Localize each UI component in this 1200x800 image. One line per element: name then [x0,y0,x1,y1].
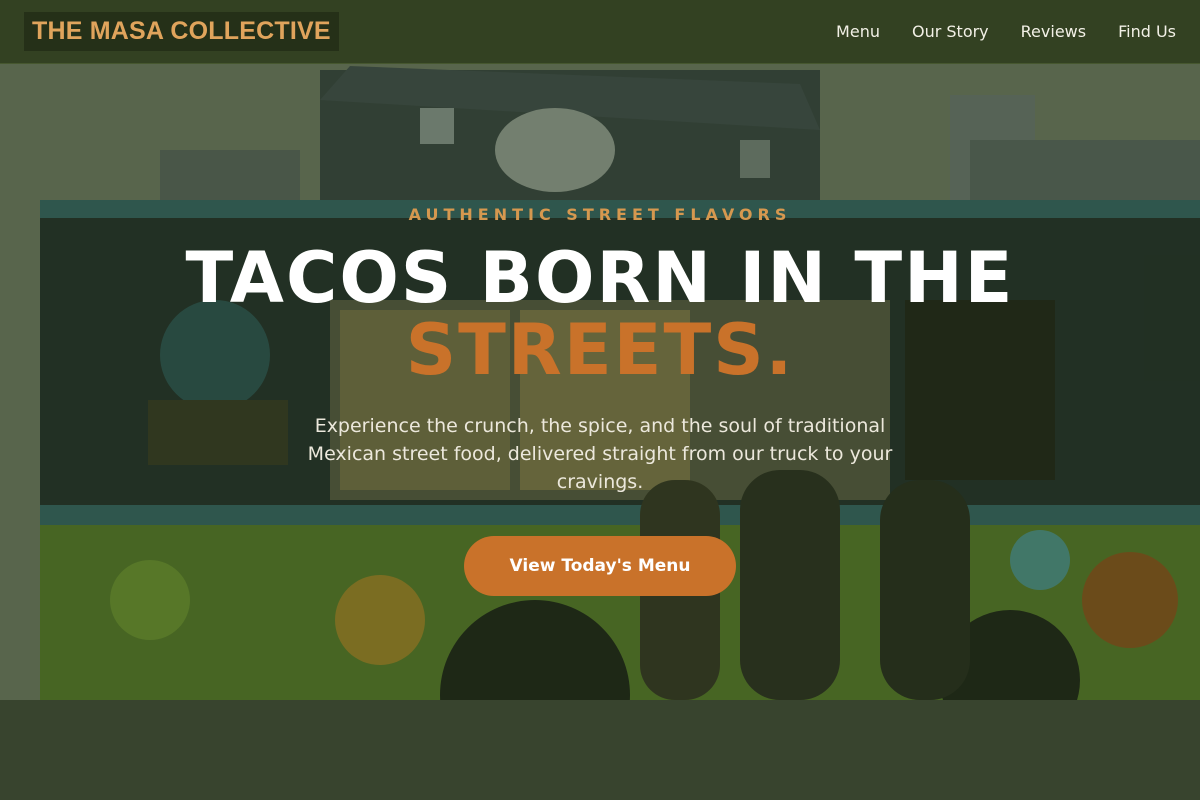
main-nav: Menu Our Story Reviews Find Us [836,22,1176,41]
site-header: THE MASA COLLECTIVE Menu Our Story Revie… [0,0,1200,64]
nav-link-find-us[interactable]: Find Us [1118,22,1176,41]
hero-headline: TACOS BORN IN THE STREETS. [0,242,1200,386]
hero-headline-line1: TACOS BORN IN THE [185,237,1015,319]
hero-subtext: Experience the crunch, the spice, and th… [307,415,893,493]
brand-logo[interactable]: THE MASA COLLECTIVE [24,12,339,51]
hero-headline-accent: STREETS. [405,309,795,391]
view-menu-button[interactable]: View Today's Menu [464,536,736,596]
hero-kicker: AUTHENTIC STREET FLAVORS [408,205,792,224]
hero-section: AUTHENTIC STREET FLAVORS TACOS BORN IN T… [0,64,1200,800]
nav-link-our-story[interactable]: Our Story [912,22,989,41]
nav-link-menu[interactable]: Menu [836,22,880,41]
nav-link-reviews[interactable]: Reviews [1021,22,1086,41]
